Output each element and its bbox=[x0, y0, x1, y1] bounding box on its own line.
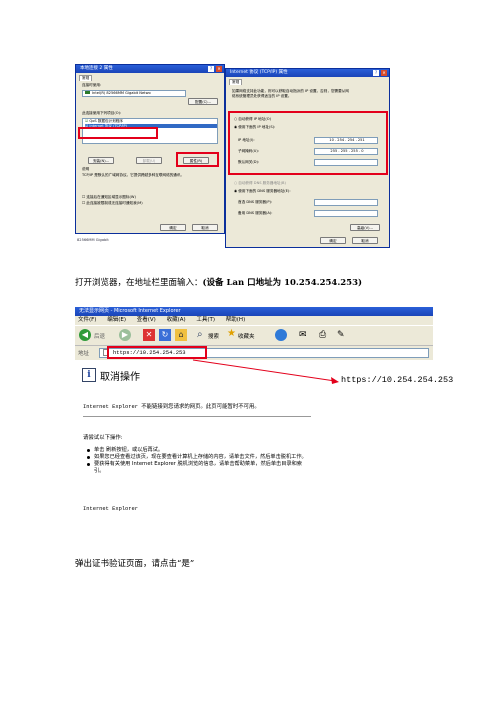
ip-label: IP 地址(I): bbox=[238, 138, 255, 142]
help-icon[interactable]: ? bbox=[208, 66, 214, 72]
show-icon-checkbox[interactable]: ☐ 连接后在通知区域显示图标(W) bbox=[82, 195, 136, 200]
instruction-paragraph-2: 弹出证书验证页面，请点击“是” bbox=[75, 559, 195, 569]
notify-checkbox[interactable]: ☐ 此连接被限制或无连接时通知我(M) bbox=[82, 201, 143, 206]
divider bbox=[83, 416, 311, 417]
network-card-icon bbox=[85, 91, 90, 94]
cancel-button[interactable]: 取消 bbox=[352, 237, 378, 244]
error-line: Internet Explorer 不能链接到您请求的网页。此页可能暂时不可用。 bbox=[83, 404, 260, 410]
ip-address-field[interactable]: 10 . 254 . 254 . 251 bbox=[314, 137, 378, 144]
radio-label: 自动获得 DNS 服务器地址(B) bbox=[238, 181, 286, 185]
help-icon[interactable]: ? bbox=[373, 70, 379, 76]
items-label: 此连接使用下列项目(O): bbox=[82, 111, 122, 115]
description-text: TCP/IP 是默认的广域网协议。它提供跨越多种互联网络的通讯。 bbox=[82, 173, 185, 177]
cancel-button[interactable]: 取消 bbox=[192, 224, 218, 231]
instruction-paragraph-1: 打开浏览器，在地址栏里面输入：(设备 Lan 口地址为 10.254.254.2… bbox=[75, 276, 362, 288]
tcpip-properties-dialog: Internet 协议 (TCP/IP) 属性 ? ✕ 常规 如果网络支持此功能… bbox=[225, 68, 390, 248]
list-item: 单击 刷新按钮，或以后再试。 bbox=[87, 447, 309, 454]
adapter-name: Intel(R) 82566MM Gigabit Netwo bbox=[92, 91, 151, 95]
list-item-text: 要获得有关使用 Internet Explorer 脱机浏览的信息，请单击帮助菜… bbox=[94, 461, 302, 474]
ok-button[interactable]: 确定 bbox=[320, 237, 346, 244]
dns2-label: 备用 DNS 服务器(A): bbox=[238, 211, 273, 215]
close-icon[interactable]: ✕ bbox=[381, 70, 387, 76]
description-title: 说明 bbox=[82, 167, 90, 171]
close-icon[interactable]: ✕ bbox=[216, 66, 222, 72]
radio-label: 自动获得 IP 地址(O) bbox=[238, 117, 271, 121]
dialog-title: Internet 协议 (TCP/IP) 属性 bbox=[230, 70, 288, 75]
list-item-label: QoS 数据包计划程序 bbox=[89, 119, 123, 123]
gateway-label: 默认网关(D): bbox=[238, 160, 260, 164]
mask-label: 子网掩码(U): bbox=[238, 149, 260, 153]
checkbox-label: 此连接被限制或无连接时通知我(M) bbox=[86, 201, 143, 205]
intro-text: 如果网络支持此功能，则可以获取自动指派的 IP 设置。否则，您需要从网络系统管理… bbox=[232, 89, 349, 98]
dialog-title-bar: 本地连接 2 属性 ? ✕ bbox=[76, 65, 224, 73]
lan-properties-dialog: 本地连接 2 属性 ? ✕ 常规 连接时使用: Intel(R) 82566MM… bbox=[75, 64, 225, 234]
page-footer: Internet Explorer bbox=[83, 506, 138, 512]
gateway-field[interactable] bbox=[314, 159, 378, 166]
connect-using-label: 连接时使用: bbox=[82, 83, 102, 87]
bullet-dot bbox=[87, 456, 90, 459]
try-label: 请尝试以下操作: bbox=[83, 435, 123, 441]
bullet-list: 单击 刷新按钮，或以后再试。 如果您已经查看过该页，现在要查看计算机上存储的内容… bbox=[87, 447, 309, 475]
checkbox-label: 连接后在通知区域显示图标(W) bbox=[86, 195, 136, 199]
radio-label: 使用下面的 IP 地址(S): bbox=[238, 125, 276, 129]
ok-button[interactable]: 确定 bbox=[160, 224, 186, 231]
tcpip-highlight-box bbox=[78, 127, 158, 139]
screenshot-ie-browser: 无法显示网页 - Microsoft Internet Explorer 文件(… bbox=[75, 307, 453, 525]
dns1-label: 首选 DNS 服务器(P): bbox=[238, 200, 273, 204]
alternate-dns-field[interactable] bbox=[314, 210, 378, 217]
dialog-title: 本地连接 2 属性 bbox=[80, 66, 113, 71]
instruction-bold-text: (设备 Lan 口地址为 10.254.254.253) bbox=[202, 278, 363, 288]
tab-general[interactable]: 常规 bbox=[79, 75, 93, 81]
list-item-text: 单击 刷新按钮，或以后再试。 bbox=[94, 447, 164, 453]
configure-button[interactable]: 配置(C)... bbox=[188, 98, 218, 105]
list-item: 如果您已经查看过该页，现在要查看计算机上存储的内容，请单击文件，然后单击脱机工作… bbox=[87, 454, 309, 461]
use-ip-radio[interactable]: ◉ 使用下面的 IP 地址(S): bbox=[234, 125, 275, 130]
subnet-mask-field[interactable]: 255 . 255 . 255 . 0 bbox=[314, 148, 378, 155]
use-dns-radio[interactable]: ◉ 使用下面的 DNS 服务器地址(E): bbox=[234, 189, 291, 194]
bullet-dot bbox=[87, 449, 90, 452]
background-text: 82566MM Gigabit bbox=[77, 238, 109, 242]
screenshot-network-settings: 本地连接 2 属性 ? ✕ 常规 连接时使用: Intel(R) 82566MM… bbox=[75, 64, 390, 254]
advanced-button[interactable]: 高级(V)... bbox=[350, 224, 380, 231]
tab-general[interactable]: 常规 bbox=[229, 79, 243, 85]
auto-ip-radio[interactable]: ○ 自动获得 IP 地址(O) bbox=[234, 117, 271, 122]
properties-highlight-box bbox=[176, 152, 219, 167]
uninstall-button[interactable]: 卸载(U) bbox=[136, 157, 162, 164]
install-button[interactable]: 安装(N)... bbox=[88, 157, 114, 164]
adapter-field: Intel(R) 82566MM Gigabit Netwo bbox=[82, 90, 186, 97]
instruction-text: 打开浏览器，在地址栏里面输入： bbox=[75, 278, 203, 288]
preferred-dns-field[interactable] bbox=[314, 199, 378, 206]
list-item-text: 如果您已经查看过该页，现在要查看计算机上存储的内容，请单击文件，然后单击脱机工作… bbox=[94, 454, 307, 460]
list-item: 要获得有关使用 Internet Explorer 脱机浏览的信息，请单击帮助菜… bbox=[87, 461, 309, 475]
radio-label: 使用下面的 DNS 服务器地址(E): bbox=[238, 189, 291, 193]
bullet-dot bbox=[87, 463, 90, 466]
dialog-title-bar: Internet 协议 (TCP/IP) 属性 ? ✕ bbox=[226, 69, 389, 77]
auto-dns-radio[interactable]: ○ 自动获得 DNS 服务器地址(B) bbox=[234, 181, 286, 186]
